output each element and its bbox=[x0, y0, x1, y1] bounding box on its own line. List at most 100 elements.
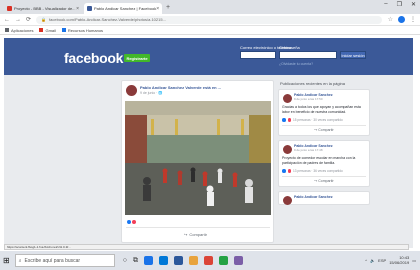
edge-icon[interactable] bbox=[158, 256, 168, 265]
lock-icon: 🔒 bbox=[41, 17, 47, 22]
chrome-icon[interactable] bbox=[143, 256, 153, 265]
facebook-header: facebook Registrarte Correo electrónico … bbox=[4, 38, 413, 75]
address-bar-actions: ☆ ⋮ bbox=[388, 16, 416, 23]
recent-post-date[interactable]: 9 de junio a las 17:50 bbox=[294, 97, 366, 101]
task-view-icon[interactable]: ⧉ bbox=[133, 257, 138, 265]
recent-post-date[interactable]: 9 de junio a las 17:48 bbox=[294, 148, 366, 152]
bookmark-apps[interactable]: Aplicaciones bbox=[5, 28, 33, 33]
forward-arrow-icon[interactable]: → bbox=[15, 17, 21, 23]
windows-start-icon[interactable]: ⊞ bbox=[3, 256, 10, 265]
share-button[interactable]: ↪ Compartir bbox=[184, 232, 207, 237]
notifications-icon[interactable]: ▭ bbox=[412, 258, 416, 263]
password-label: Contraseña bbox=[279, 45, 300, 50]
like-icon bbox=[282, 118, 286, 122]
apps-grid-icon bbox=[5, 28, 9, 33]
register-button[interactable]: Registrarte bbox=[124, 54, 150, 62]
minimize-button[interactable]: – bbox=[384, 1, 387, 8]
reaction-icons[interactable] bbox=[127, 220, 136, 224]
share-arrow-icon: ↪ bbox=[314, 179, 318, 183]
avatar[interactable] bbox=[283, 94, 292, 103]
chevron-up-icon[interactable]: ^ bbox=[365, 258, 367, 263]
speaker-icon[interactable]: 🔈 bbox=[370, 258, 375, 263]
share-button[interactable]: ↪ Compartir bbox=[282, 179, 366, 183]
divider bbox=[282, 176, 366, 177]
word-icon[interactable] bbox=[173, 256, 183, 265]
tab-strip: Proyecto - BBB - Visualizador de... × Pa… bbox=[0, 0, 420, 14]
avatar[interactable] bbox=[126, 85, 137, 96]
app-icon[interactable] bbox=[203, 256, 213, 265]
language-indicator[interactable]: ESP bbox=[378, 258, 386, 263]
menu-dots-icon[interactable]: ⋮ bbox=[410, 16, 416, 23]
tab-close-icon[interactable]: × bbox=[156, 6, 159, 12]
like-icon bbox=[127, 220, 131, 224]
search-icon: ⌕ bbox=[18, 257, 22, 264]
forgot-account-link[interactable]: ¿Olvidaste tu cuenta? bbox=[279, 62, 313, 66]
bookmark-star-icon[interactable]: ☆ bbox=[388, 16, 393, 23]
share-label: Compartir bbox=[318, 179, 334, 183]
password-field[interactable] bbox=[279, 51, 337, 59]
gmail-icon bbox=[39, 28, 44, 33]
facebook-page-body: Pablo Andicar Sanchez Valverde está en .… bbox=[4, 75, 413, 248]
clock-date: 15/06/2019 bbox=[389, 260, 410, 265]
like-icon bbox=[282, 169, 286, 173]
url-field[interactable]: 🔒 facebook.com/Pablo-Andicar-Sanchez-Val… bbox=[36, 15, 382, 24]
facebook-logo[interactable]: facebook bbox=[64, 50, 123, 66]
share-button[interactable]: ↪ Compartir bbox=[282, 128, 366, 132]
recent-post-stats[interactable]: 13 personas · 36 veces compartido bbox=[282, 169, 366, 173]
recent-post-card: Pablo Andicar Sanchez bbox=[278, 191, 370, 205]
tab-favicon-icon bbox=[7, 6, 12, 11]
reload-icon[interactable]: ⟳ bbox=[26, 16, 31, 23]
file-explorer-icon[interactable] bbox=[188, 256, 198, 265]
tab-label: Proyecto - BBB - Visualizador de... bbox=[14, 6, 76, 11]
tab-close-icon[interactable]: × bbox=[76, 6, 79, 12]
post-photo[interactable] bbox=[125, 101, 271, 215]
cortana-icon[interactable]: ○ bbox=[123, 257, 127, 264]
love-icon bbox=[287, 118, 291, 122]
email-field[interactable] bbox=[240, 51, 276, 59]
search-placeholder: Escribe aquí para buscar bbox=[24, 257, 81, 264]
bookmarks-bar: Aplicaciones Gmail Recursos Humanos bbox=[0, 26, 420, 35]
bookmark-rrhh[interactable]: Recursos Humanos bbox=[61, 28, 103, 33]
restore-button[interactable]: ❐ bbox=[397, 1, 402, 8]
recent-post-text: Proyecto de comedor escolar en marcha co… bbox=[282, 156, 356, 165]
bookmark-gmail[interactable]: Gmail bbox=[39, 28, 56, 33]
divider bbox=[126, 227, 270, 228]
post-author[interactable]: Pablo Andicar Sanchez Valverde está en .… bbox=[140, 85, 221, 90]
sidebar-heading: Publicaciones recientes en la página bbox=[280, 81, 345, 86]
bookmark-icon bbox=[61, 28, 66, 33]
avatar[interactable] bbox=[283, 145, 292, 154]
post-date[interactable]: 9 de junio · 🌐 bbox=[140, 91, 163, 95]
facebook-favicon-icon bbox=[87, 6, 92, 11]
windows-taskbar: ⊞ ⌕ Escribe aquí para buscar ○ ⧉ ^ 🔈 ESP… bbox=[0, 251, 420, 270]
stats-text: 13 personas · 36 veces compartido bbox=[293, 169, 343, 173]
login-button[interactable]: Iniciar sesión bbox=[340, 51, 366, 59]
app-icon[interactable] bbox=[233, 256, 243, 265]
photo-post: Pablo Andicar Sanchez Valverde está en .… bbox=[121, 80, 274, 243]
recent-post-stats[interactable]: 15 personas · 30 veces compartido bbox=[282, 118, 366, 122]
new-tab-button[interactable]: + bbox=[166, 4, 170, 11]
close-window-button[interactable]: ✕ bbox=[411, 1, 416, 8]
taskbar-search-field[interactable]: ⌕ Escribe aquí para buscar bbox=[14, 254, 115, 267]
address-bar: ← → ⟳ 🔒 facebook.com/Pablo-Andicar-Sanch… bbox=[0, 14, 420, 26]
event-photo-image bbox=[125, 101, 271, 215]
love-icon bbox=[132, 220, 136, 224]
back-arrow-icon[interactable]: ← bbox=[4, 17, 10, 23]
recent-post-card: Pablo Andicar Sanchez 9 de junio a las 1… bbox=[278, 89, 370, 136]
recent-posts-sidebar: Publicaciones recientes en la página Pab… bbox=[278, 80, 370, 248]
love-icon bbox=[287, 169, 291, 173]
stats-text: 15 personas · 30 veces compartido bbox=[293, 118, 343, 122]
browser-window: Proyecto - BBB - Visualizador de... × Pa… bbox=[0, 0, 420, 270]
tab-label: Pablo Andicar Sanchez | Facebook bbox=[94, 6, 157, 11]
clock[interactable]: 10:43 15/06/2019 bbox=[389, 255, 409, 265]
share-arrow-icon: ↪ bbox=[314, 128, 318, 132]
profile-avatar-icon[interactable] bbox=[398, 16, 405, 23]
share-label: Compartir bbox=[189, 232, 207, 237]
browser-tab-1[interactable]: Proyecto - BBB - Visualizador de... × bbox=[4, 3, 82, 14]
app-icon[interactable] bbox=[218, 256, 228, 265]
avatar[interactable] bbox=[283, 196, 292, 205]
recent-post-author[interactable]: Pablo Andicar Sanchez bbox=[294, 195, 366, 199]
pinned-apps: ○ ⧉ bbox=[123, 256, 243, 265]
browser-tab-2[interactable]: Pablo Andicar Sanchez | Facebook × bbox=[84, 3, 162, 14]
recent-post-card: Pablo Andicar Sanchez 9 de junio a las 1… bbox=[278, 140, 370, 187]
share-arrow-icon: ↪ bbox=[184, 232, 188, 237]
